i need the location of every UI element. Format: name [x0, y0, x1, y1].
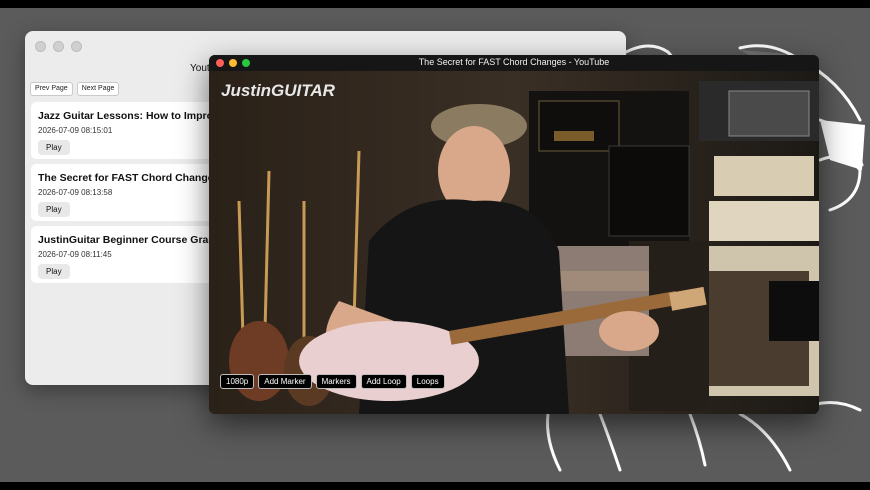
list-item-title: The Secret for FAST Chord Changes -: [38, 172, 226, 184]
markers-button[interactable]: Markers: [315, 374, 357, 389]
add-loop-button[interactable]: Add Loop: [360, 374, 407, 389]
list-item-title: Jazz Guitar Lessons: How to Improvis: [38, 110, 228, 122]
loops-button[interactable]: Loops: [410, 374, 445, 389]
prev-page-button[interactable]: Prev Page: [30, 82, 73, 96]
list-item-title: JustinGuitar Beginner Course Grade 1: [38, 234, 230, 246]
play-button[interactable]: Play: [38, 264, 70, 279]
top-black-bar: [0, 0, 870, 8]
video-window-titlebar: The Secret for FAST Chord Changes - YouT…: [209, 55, 819, 71]
close-window-button[interactable]: [35, 41, 46, 52]
bottom-black-bar: [0, 482, 870, 490]
video-window-title: The Secret for FAST Chord Changes - YouT…: [418, 57, 610, 67]
player-controls: 1080p Add Marker Markers Add Loop Loops: [220, 374, 445, 389]
play-button[interactable]: Play: [38, 202, 70, 217]
list-item-date: 2026-07-09 08:15:01: [38, 126, 113, 135]
list-item-date: 2026-07-09 08:11:45: [38, 250, 112, 259]
list-item-date: 2026-07-09 08:13:58: [38, 188, 113, 197]
zoom-window-button[interactable]: [71, 41, 82, 52]
next-page-button[interactable]: Next Page: [76, 82, 120, 96]
window-controls: [35, 41, 82, 52]
add-marker-button[interactable]: Add Marker: [258, 374, 312, 389]
quality-button[interactable]: 1080p: [220, 374, 255, 389]
video-frame[interactable]: JustinGUITAR: [209, 71, 819, 414]
play-button[interactable]: Play: [38, 140, 70, 155]
minimize-window-button[interactable]: [53, 41, 64, 52]
video-player-window: The Secret for FAST Chord Changes - YouT…: [209, 55, 819, 414]
list-window-title: Yout: [190, 63, 210, 74]
channel-logo: JustinGUITAR: [221, 81, 336, 100]
pagination-controls: Prev Page Next Page: [30, 82, 120, 96]
